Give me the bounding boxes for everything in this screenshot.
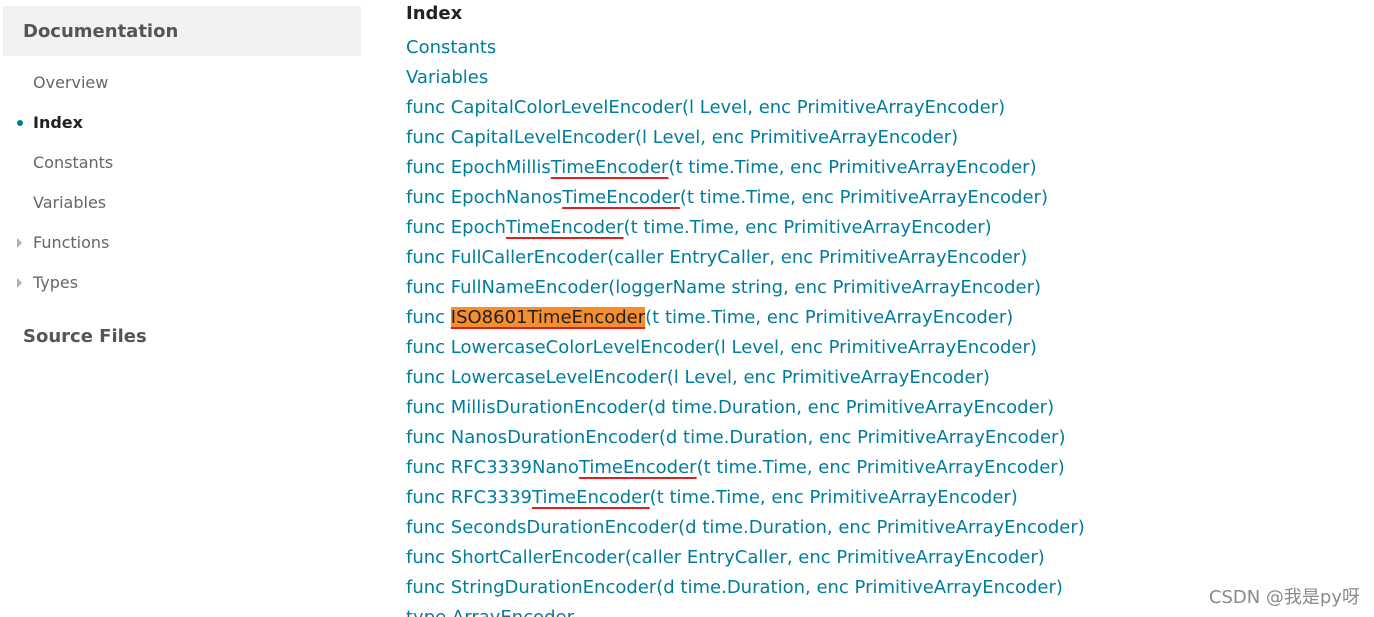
sidebar: Documentation Overview Index Constants V… bbox=[3, 6, 361, 352]
index-link-capitalcolorlevelencoder[interactable]: func CapitalColorLevelEncoder(l Level, e… bbox=[406, 93, 1346, 123]
highlighted-search-match: ISO8601TimeEncoder bbox=[450, 307, 646, 328]
func-signature: (t time.Time, enc PrimitiveArrayEncoder) bbox=[679, 187, 1048, 208]
func-name-prefix: func bbox=[406, 307, 451, 328]
index-link-millisdurationencoder[interactable]: func MillisDurationEncoder(d time.Durati… bbox=[406, 393, 1346, 423]
sidebar-item-label: Index bbox=[33, 113, 83, 132]
func-name-prefix: func EpochNanos bbox=[406, 187, 563, 208]
sidebar-item-overview[interactable]: Overview bbox=[3, 68, 361, 108]
watermark: CSDN @我是py呀 bbox=[1208, 587, 1360, 608]
index-link-epochtimeencoder[interactable]: func EpochTimeEncoder(t time.Time, enc P… bbox=[406, 213, 1346, 243]
index-link-stringdurationencoder[interactable]: func StringDurationEncoder(d time.Durati… bbox=[406, 573, 1346, 603]
index-link-capitallevelencoder[interactable]: func CapitalLevelEncoder(l Level, enc Pr… bbox=[406, 123, 1346, 153]
index-link-arrayencoder[interactable]: type ArrayEncoder bbox=[406, 603, 1346, 617]
sidebar-item-types[interactable]: Types bbox=[3, 268, 361, 308]
index-heading: Index bbox=[406, 3, 463, 24]
caret-right-icon[interactable] bbox=[17, 238, 22, 248]
sidebar-item-label: Constants bbox=[33, 153, 114, 172]
underlined-term: TimeEncoder bbox=[550, 157, 669, 178]
index-section: Index Constants Variables func CapitalCo… bbox=[406, 0, 1346, 617]
func-signature: (t time.Time, enc PrimitiveArrayEncoder) bbox=[649, 487, 1018, 508]
index-link-constants[interactable]: Constants bbox=[406, 33, 1346, 63]
func-name-prefix: func Epoch bbox=[406, 217, 506, 238]
index-link-epochnanostimeencoder[interactable]: func EpochNanosTimeEncoder(t time.Time, … bbox=[406, 183, 1346, 213]
index-link-nanosdurationencoder[interactable]: func NanosDurationEncoder(d time.Duratio… bbox=[406, 423, 1346, 453]
func-signature: (t time.Time, enc PrimitiveArrayEncoder) bbox=[623, 217, 992, 238]
sidebar-nav: Overview Index Constants Variables Funct… bbox=[3, 68, 361, 308]
index-link-shortcallerencoder[interactable]: func ShortCallerEncoder(caller EntryCall… bbox=[406, 543, 1346, 573]
index-link-fullnameencoder[interactable]: func FullNameEncoder(loggerName string, … bbox=[406, 273, 1346, 303]
index-link-secondsdurationencoder[interactable]: func SecondsDurationEncoder(d time.Durat… bbox=[406, 513, 1346, 543]
caret-right-icon[interactable] bbox=[17, 278, 22, 288]
underlined-term: TimeEncoder bbox=[505, 217, 624, 238]
index-link-lowercasecolorlevelencoder[interactable]: func LowercaseColorLevelEncoder(l Level,… bbox=[406, 333, 1346, 363]
func-name-prefix: func RFC3339 bbox=[406, 487, 533, 508]
func-name-prefix: func RFC3339Nano bbox=[406, 457, 579, 478]
sidebar-item-functions[interactable]: Functions bbox=[3, 228, 361, 268]
func-signature: (t time.Time, enc PrimitiveArrayEncoder) bbox=[668, 157, 1037, 178]
func-name-prefix: func EpochMillis bbox=[406, 157, 551, 178]
sidebar-item-label: Overview bbox=[33, 73, 109, 92]
func-signature: (t time.Time, enc PrimitiveArrayEncoder) bbox=[696, 457, 1065, 478]
sidebar-title[interactable]: Documentation bbox=[3, 6, 361, 56]
sidebar-item-index[interactable]: Index bbox=[3, 108, 361, 148]
page: Documentation Overview Index Constants V… bbox=[0, 0, 1374, 617]
func-signature: (t time.Time, enc PrimitiveArrayEncoder) bbox=[645, 307, 1014, 328]
underlined-term: TimeEncoder bbox=[562, 187, 680, 208]
index-link-rfc3339timeencoder[interactable]: func RFC3339TimeEncoder(t time.Time, enc… bbox=[406, 483, 1346, 513]
sidebar-item-label: Variables bbox=[33, 193, 107, 212]
index-link-fullcallerencoder[interactable]: func FullCallerEncoder(caller EntryCalle… bbox=[406, 243, 1346, 273]
index-list: Constants Variables func CapitalColorLev… bbox=[406, 33, 1346, 617]
sidebar-item-constants[interactable]: Constants bbox=[3, 148, 361, 188]
index-link-variables[interactable]: Variables bbox=[406, 63, 1346, 93]
active-dot-icon bbox=[17, 120, 23, 126]
sidebar-item-label: Types bbox=[33, 273, 79, 292]
underlined-term: TimeEncoder bbox=[532, 487, 650, 508]
index-link-epochmillistimeencoder[interactable]: func EpochMillisTimeEncoder(t time.Time,… bbox=[406, 153, 1346, 183]
sidebar-item-label: Functions bbox=[33, 233, 110, 252]
source-files-link[interactable]: Source Files bbox=[3, 322, 361, 352]
sidebar-item-variables[interactable]: Variables bbox=[3, 188, 361, 228]
index-link-iso8601timeencoder[interactable]: func ISO8601TimeEncoder(t time.Time, enc… bbox=[406, 303, 1346, 333]
index-link-rfc3339nanotimeencoder[interactable]: func RFC3339NanoTimeEncoder(t time.Time,… bbox=[406, 453, 1346, 483]
underlined-term: TimeEncoder bbox=[578, 457, 697, 478]
index-link-lowercaselevelencoder[interactable]: func LowercaseLevelEncoder(l Level, enc … bbox=[406, 363, 1346, 393]
